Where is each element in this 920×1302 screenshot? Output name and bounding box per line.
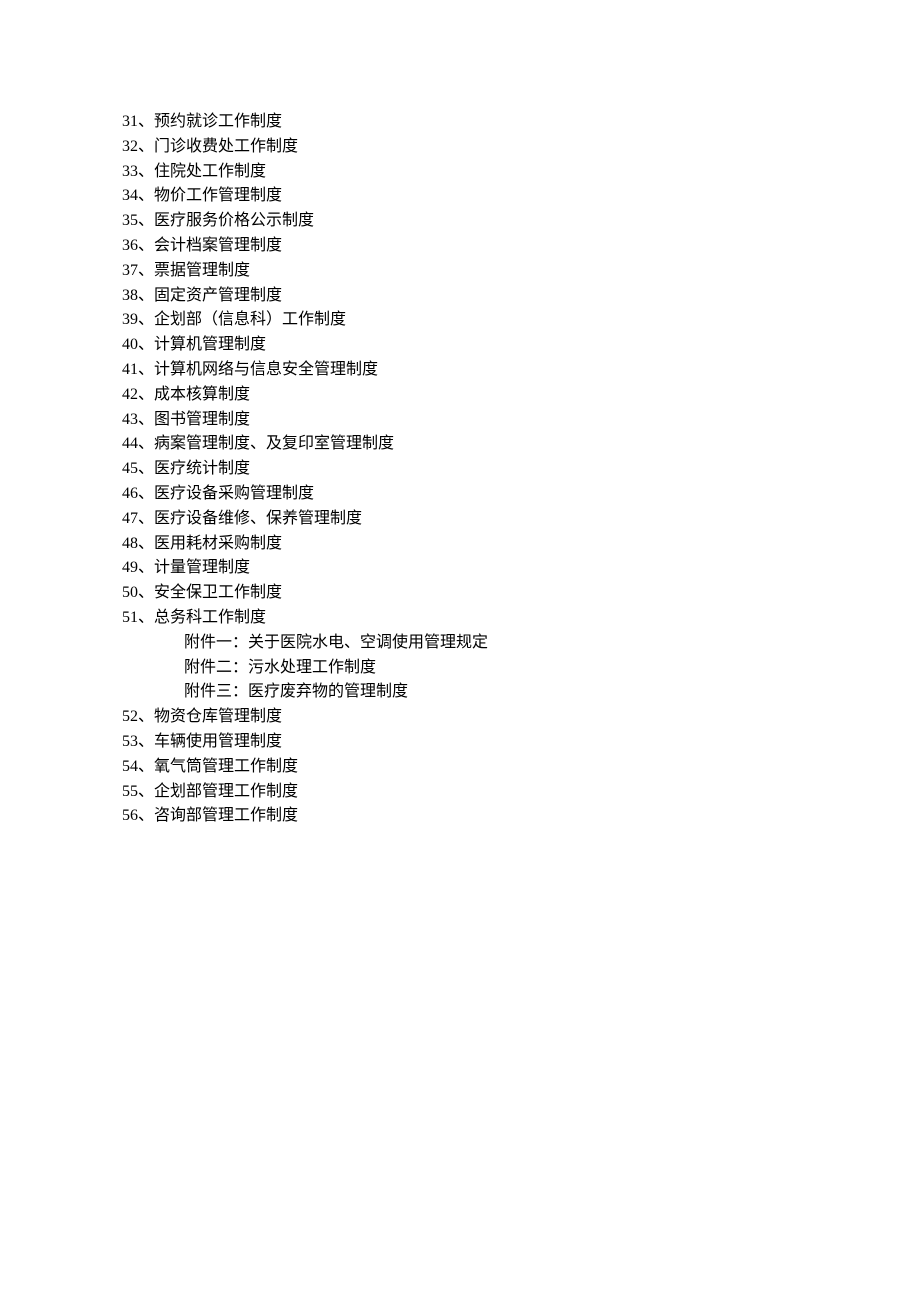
list-item: 31、预约就诊工作制度	[122, 110, 920, 135]
list-item: 42、成本核算制度	[122, 383, 920, 408]
list-item: 32、门诊收费处工作制度	[122, 135, 920, 160]
list-item: 45、医疗统计制度	[122, 457, 920, 482]
list-item: 53、车辆使用管理制度	[122, 730, 920, 755]
list-item: 48、医用耗材采购制度	[122, 532, 920, 557]
list-item: 56、咨询部管理工作制度	[122, 804, 920, 829]
list-item: 36、会计档案管理制度	[122, 234, 920, 259]
list-item: 44、病案管理制度、及复印室管理制度	[122, 432, 920, 457]
list-item: 40、计算机管理制度	[122, 333, 920, 358]
list-item: 37、票据管理制度	[122, 259, 920, 284]
list-item: 35、医疗服务价格公示制度	[122, 209, 920, 234]
list-item: 38、固定资产管理制度	[122, 284, 920, 309]
attachment-item: 附件二：污水处理工作制度	[122, 656, 920, 681]
list-item: 46、医疗设备采购管理制度	[122, 482, 920, 507]
document-content: 31、预约就诊工作制度32、门诊收费处工作制度33、住院处工作制度34、物价工作…	[0, 0, 920, 829]
attachment-item: 附件三：医疗废弃物的管理制度	[122, 680, 920, 705]
attachment-item: 附件一：关于医院水电、空调使用管理规定	[122, 631, 920, 656]
list-item: 50、安全保卫工作制度	[122, 581, 920, 606]
list-item: 43、图书管理制度	[122, 408, 920, 433]
list-item: 34、物价工作管理制度	[122, 184, 920, 209]
list-item: 33、住院处工作制度	[122, 160, 920, 185]
list-item: 54、氧气筒管理工作制度	[122, 755, 920, 780]
list-item: 52、物资仓库管理制度	[122, 705, 920, 730]
list-item: 39、企划部（信息科）工作制度	[122, 308, 920, 333]
list-item: 47、医疗设备维修、保养管理制度	[122, 507, 920, 532]
list-item: 51、总务科工作制度	[122, 606, 920, 631]
list-item: 41、计算机网络与信息安全管理制度	[122, 358, 920, 383]
list-item: 49、计量管理制度	[122, 556, 920, 581]
list-item: 55、企划部管理工作制度	[122, 780, 920, 805]
